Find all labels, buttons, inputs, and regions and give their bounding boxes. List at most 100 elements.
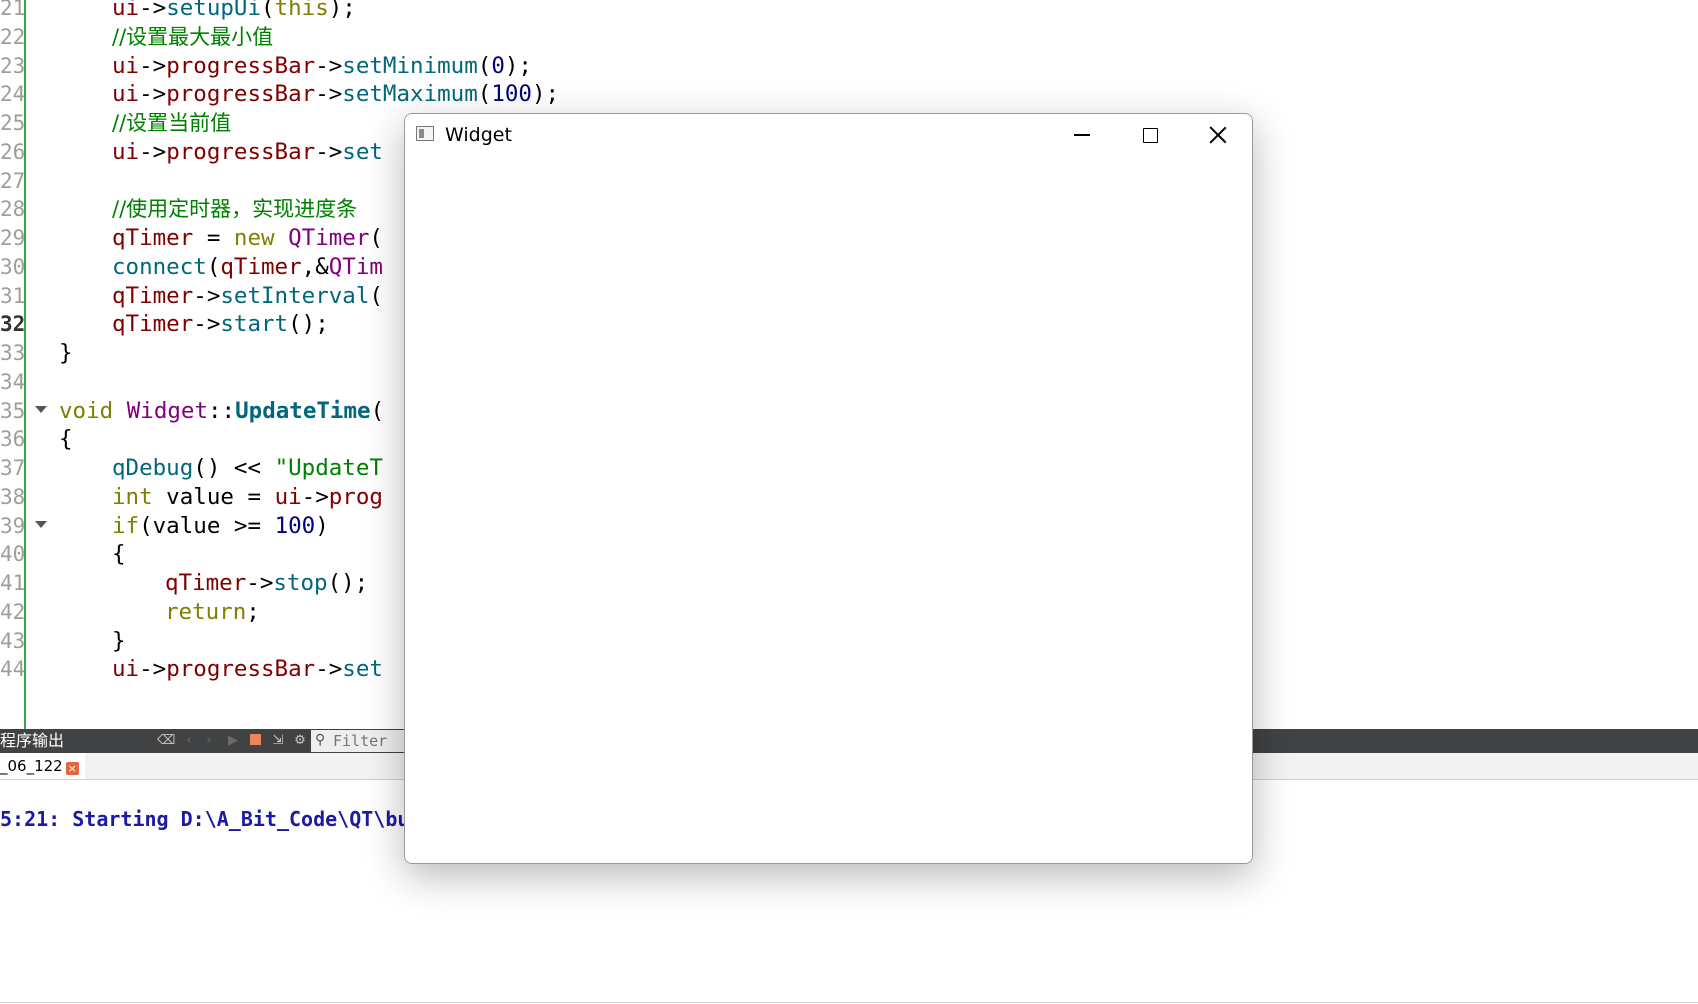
code-text: qTimer->stop(); (165, 568, 368, 599)
code-text: //设置最大最小值 (112, 22, 273, 53)
code-token: -> (139, 138, 167, 165)
code-token: progressBar (166, 656, 316, 683)
code-text: qTimer->setInterval( (112, 281, 383, 312)
code-token: () << (193, 455, 275, 481)
previous-item-icon[interactable]: ‹ (180, 732, 198, 750)
code-token: (); (288, 311, 329, 338)
code-token: ) (315, 512, 329, 539)
code-token: qDebug (112, 455, 194, 481)
code-token: ( (370, 397, 385, 424)
clear-output-icon[interactable]: ⌫ (157, 732, 175, 750)
code-token: -> (139, 52, 167, 79)
code-token: if (112, 512, 140, 539)
close-icon[interactable]: × (65, 762, 79, 775)
application-output-tab[interactable]: _06_122 × (0, 753, 85, 779)
maximize-button[interactable] (1116, 114, 1184, 156)
maximize-icon (1142, 127, 1158, 143)
code-token: prog (328, 483, 383, 510)
code-token: 0 (491, 52, 505, 79)
line-number: 39 (0, 513, 26, 538)
code-token: qTimer (112, 282, 194, 309)
code-text: } (112, 626, 126, 657)
code-text: ui->progressBar->set (112, 137, 383, 168)
code-token: -> (193, 311, 221, 338)
code-token: -> (246, 570, 274, 596)
code-text: void Widget::UpdateTime( (59, 396, 384, 427)
line-number: 38 (0, 484, 26, 509)
code-token: "UpdateT (274, 455, 383, 481)
settings-gear-icon[interactable]: ⚙ (291, 732, 309, 750)
code-line: 22 //设置最大最小值 (0, 22, 1698, 53)
code-text: ui->progressBar->setMinimum(0); (112, 51, 532, 82)
widget-window[interactable]: Widget (404, 113, 1253, 864)
code-token: progressBar (166, 138, 316, 165)
code-token: -> (315, 81, 343, 108)
code-token: qTimer (165, 570, 247, 596)
output-filter[interactable]: ⚲ (311, 730, 405, 752)
code-token: ui (112, 81, 140, 108)
window-title: Widget (445, 124, 512, 146)
app-window-icon (416, 126, 434, 141)
next-item-icon[interactable]: › (200, 732, 218, 750)
line-number: 23 (0, 53, 26, 78)
code-token: UpdateTime (235, 397, 371, 424)
code-token: ( (369, 282, 383, 309)
code-token: -> (315, 656, 343, 683)
code-token: (value >= (139, 512, 275, 539)
code-line: 23 ui->progressBar->setMinimum(0); (0, 51, 1698, 82)
code-token: -> (139, 81, 167, 108)
line-number: 43 (0, 628, 26, 653)
filter-input[interactable] (333, 730, 403, 752)
code-token: 100 (491, 81, 532, 108)
code-token: ui (112, 656, 140, 683)
stop-icon[interactable] (246, 732, 264, 750)
divider (0, 1002, 1698, 1003)
window-titlebar[interactable]: Widget (405, 114, 1252, 156)
code-token: ( (261, 0, 275, 21)
code-token: ( (206, 253, 221, 280)
code-text: if(value >= 100) (112, 511, 329, 542)
fold-arrow-icon[interactable] (35, 520, 47, 528)
minimize-button[interactable] (1048, 114, 1116, 156)
code-token: 100 (274, 512, 316, 539)
code-text: ui->progressBar->set (112, 654, 383, 685)
code-token: //设置最大最小值 (112, 24, 274, 49)
code-text: //使用定时器，实现进度条 (112, 194, 357, 225)
code-text: qDebug() << "UpdateT (112, 453, 383, 484)
code-token: ui (112, 138, 140, 165)
code-token: ); (328, 0, 356, 21)
code-token: setupUi (166, 0, 262, 21)
output-log-line: 5:21: Starting D:\A_Bit_Code\QT\bu (0, 807, 410, 831)
code-token: = (193, 225, 234, 251)
code-token: QTim (328, 253, 383, 280)
code-token: ui (112, 52, 140, 79)
close-button[interactable] (1184, 114, 1252, 156)
code-text: } (59, 338, 73, 369)
code-token: ); (504, 52, 532, 79)
code-token: //使用定时器，实现进度条 (112, 197, 358, 222)
code-token: setMinimum (342, 52, 478, 79)
code-token: setMaximum (342, 81, 478, 108)
code-text: return; (165, 597, 260, 628)
code-line: 24 ui->progressBar->setMaximum(100); (0, 79, 1698, 110)
code-token: new (233, 225, 275, 251)
code-token: set (342, 656, 383, 683)
code-token: set (342, 138, 383, 165)
code-token: ); (531, 81, 560, 108)
run-icon[interactable]: ▶ (224, 732, 242, 750)
line-number: 31 (0, 283, 26, 308)
minimize-icon (1074, 134, 1090, 136)
line-number: 35 (0, 398, 26, 423)
code-token: ( (477, 52, 492, 79)
line-number: 37 (0, 456, 26, 480)
line-number: 34 (0, 369, 26, 394)
code-token: void (59, 397, 114, 424)
attach-debugger-icon[interactable]: ⇲ (269, 732, 287, 750)
code-text: ui->progressBar->setMaximum(100); (112, 79, 559, 110)
code-token: ( (477, 81, 492, 108)
line-number: 30 (0, 254, 26, 279)
code-token: -> (139, 656, 167, 683)
fold-arrow-icon[interactable] (35, 405, 47, 413)
code-token: qTimer (220, 253, 302, 280)
line-number: 32 (0, 312, 26, 337)
